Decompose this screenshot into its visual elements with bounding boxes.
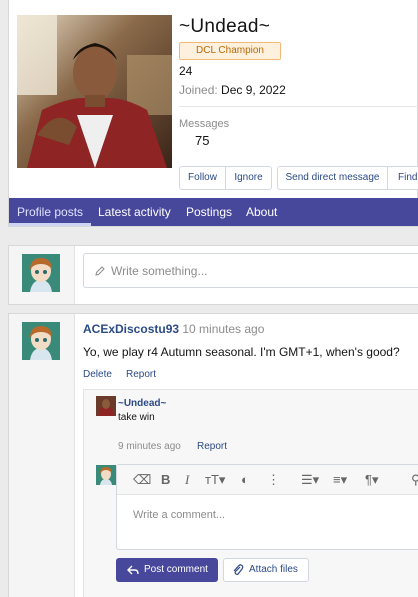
joined-info: Joined: Dec 9, 2022 — [179, 83, 286, 97]
tab-about[interactable]: About — [246, 205, 277, 219]
composer-avatar-column — [9, 246, 75, 304]
post-time[interactable]: · 10 minutes ago — [175, 322, 264, 336]
report-link[interactable]: Report — [126, 369, 156, 380]
attach-files-label: Attach files — [249, 564, 298, 575]
tab-postings[interactable]: Postings — [186, 205, 232, 219]
comment-input[interactable]: Write a comment... — [133, 509, 225, 521]
profile-tabs: Profile posts Latest activity Postings A… — [9, 198, 418, 226]
messages-count[interactable]: 75 — [195, 133, 209, 148]
bold-icon[interactable]: B — [161, 472, 170, 487]
delete-link[interactable]: Delete — [83, 369, 112, 380]
post-message: Yo, we play r4 Autumn seasonal. I'm GMT+… — [83, 345, 400, 359]
align-icon[interactable]: ≡▾ — [333, 472, 347, 488]
comment-author-avatar[interactable] — [96, 396, 116, 416]
write-something-input[interactable]: Write something... — [83, 253, 418, 288]
follow-button[interactable]: Follow — [179, 166, 226, 190]
find-button[interactable]: Find — [387, 166, 418, 190]
comment-report-link[interactable]: Report — [197, 441, 227, 452]
paperclip-icon — [233, 564, 244, 575]
post-author-avatar[interactable] — [22, 322, 60, 360]
pencil-icon — [95, 266, 105, 276]
post-time-separator: · — [175, 322, 179, 336]
profile-avatar[interactable] — [17, 15, 172, 168]
joined-date: Dec 9, 2022 — [221, 83, 286, 97]
profile-post-composer: Write something... — [8, 245, 418, 305]
send-direct-message-button[interactable]: Send direct message — [277, 166, 388, 190]
comment-reply-area: ⌫ B I ᴛT▾ ◐ ⋮ ☰▾ ≡▾ ¶▾ ⚲ Write a comment… — [83, 461, 418, 597]
list-icon[interactable]: ☰▾ — [301, 472, 319, 488]
messages-label: Messages — [179, 118, 230, 130]
divider — [179, 106, 418, 107]
paragraph-icon[interactable]: ¶▾ — [365, 472, 379, 488]
profile-card: ~Undead~ DCL Champion 24 Joined: Dec 9, … — [8, 0, 418, 227]
post-avatar-column — [9, 314, 75, 597]
active-tab-indicator — [9, 223, 91, 226]
profile-age: 24 — [179, 64, 193, 78]
user-title-badge: DCL Champion — [179, 42, 281, 60]
tab-latest-activity[interactable]: Latest activity — [98, 205, 171, 219]
comment-author-link[interactable]: ~Undead~ — [118, 398, 166, 409]
post-time-text: 10 minutes ago — [182, 322, 265, 336]
editor-toolbar: ⌫ B I ᴛT▾ ◐ ⋮ ☰▾ ≡▾ ¶▾ ⚲ — [117, 465, 418, 495]
link-icon[interactable]: ⚲ — [411, 472, 418, 488]
joined-label: Joined: — [179, 83, 218, 97]
clear-formatting-icon[interactable]: ⌫ — [133, 472, 151, 488]
post-author-link[interactable]: ACExDiscostu93 — [83, 322, 179, 336]
reply-icon — [127, 565, 139, 575]
current-user-avatar[interactable] — [22, 254, 60, 292]
text-color-icon[interactable]: ◐ — [241, 472, 249, 487]
italic-icon[interactable]: I — [185, 472, 189, 488]
reply-user-avatar[interactable] — [96, 465, 116, 485]
post-comment-label: Post comment — [144, 564, 208, 575]
post-comment-button[interactable]: Post comment — [116, 558, 218, 582]
write-something-placeholder: Write something... — [111, 264, 208, 278]
comment: ~Undead~ take win 9 minutes ago Report — [83, 389, 418, 461]
ignore-button[interactable]: Ignore — [225, 166, 272, 190]
text-size-icon[interactable]: ᴛT▾ — [205, 472, 225, 488]
comment-text: take win — [118, 412, 155, 423]
attach-files-button[interactable]: Attach files — [223, 558, 309, 582]
comment-editor: ⌫ B I ᴛT▾ ◐ ⋮ ☰▾ ≡▾ ¶▾ ⚲ Write a comment… — [116, 464, 418, 550]
more-options-icon[interactable]: ⋮ — [267, 472, 280, 488]
profile-username: ~Undead~ — [179, 16, 271, 37]
tab-profile-posts[interactable]: Profile posts — [17, 205, 83, 219]
comment-time[interactable]: 9 minutes ago — [118, 441, 181, 452]
profile-post: ACExDiscostu93 · 10 minutes ago Yo, we p… — [8, 313, 418, 597]
